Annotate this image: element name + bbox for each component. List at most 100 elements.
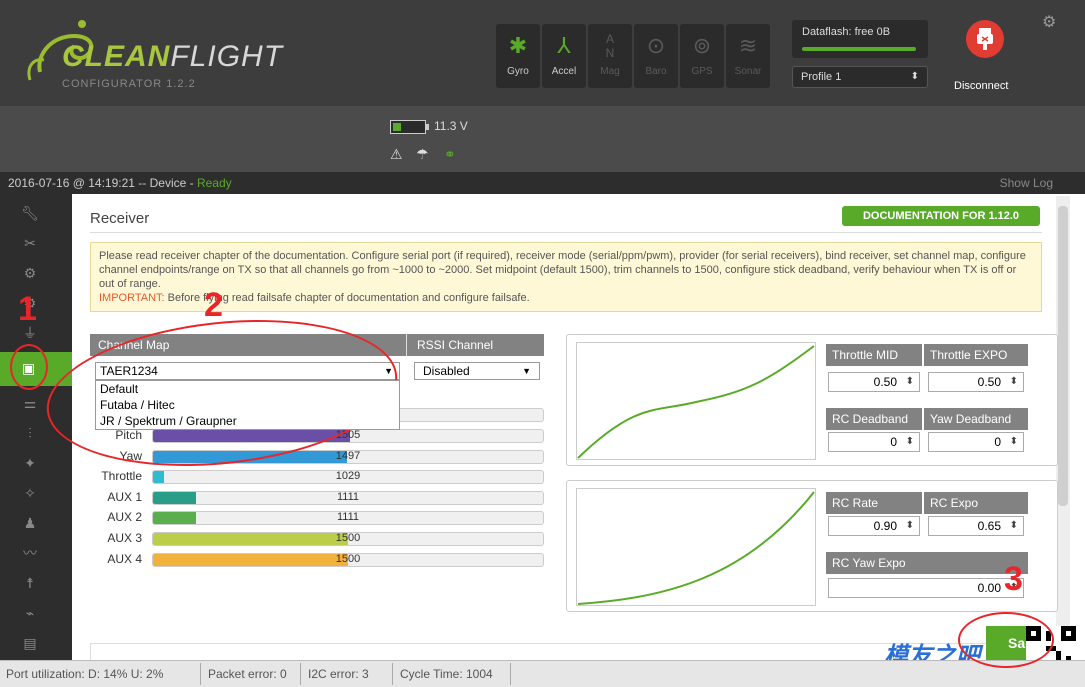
throttle-curve-plot xyxy=(576,342,816,460)
dropdown-option[interactable]: Default xyxy=(96,381,399,397)
channel-map-dropdown: Default Futaba / Hitec JR / Spektrum / G… xyxy=(95,380,400,430)
battery-status-bar: 11.3 V ⚠ ☂ ⚭ xyxy=(0,106,1085,172)
warning-icon: ⚠ xyxy=(390,146,403,162)
channel-label: AUX 4 xyxy=(107,552,142,566)
channel-bar: 1111 xyxy=(152,511,544,525)
rc-yaw-expo-header: RC Yaw Expo xyxy=(826,552,1028,574)
baro-icon: ⊙ xyxy=(646,33,666,58)
accel-icon: ⅄ xyxy=(557,33,571,58)
channel-bar: 1500 xyxy=(152,532,544,546)
i2c-error: I2C error: 3 xyxy=(308,667,369,681)
sensor-gyro: ✱ Gyro xyxy=(496,24,540,88)
gear-icon[interactable]: ⚙ xyxy=(14,258,46,288)
sensor-sonar: ≋ Sonar xyxy=(726,24,770,88)
adjustments-icon[interactable]: ⫶ xyxy=(14,418,46,448)
annotation-number-2: 2 xyxy=(204,286,223,324)
status-bar: Port utilization: D: 14% U: 2% Packet er… xyxy=(0,660,1085,687)
led-strip-icon[interactable]: 〰 xyxy=(14,538,46,568)
channel-label: AUX 2 xyxy=(107,510,142,524)
port-utilization: Port utilization: D: 14% U: 2% xyxy=(6,667,164,681)
header: CLEANFLIGHT CONFIGURATOR 1.2.2 ✱ Gyro ⅄ … xyxy=(0,0,1085,106)
sensors-icon[interactable]: ☨ xyxy=(14,568,46,598)
sonar-icon: ≋ xyxy=(738,33,758,58)
usb-plug-icon xyxy=(977,28,993,50)
channel-bar: 1500 xyxy=(152,553,544,567)
select-arrows-icon: ⬍ xyxy=(910,71,919,82)
cycle-time: Cycle Time: 1004 xyxy=(400,667,493,681)
battery-level-fill xyxy=(393,123,401,131)
annotation-number-3: 3 xyxy=(1004,560,1023,598)
motors-icon[interactable]: ♟ xyxy=(14,508,46,538)
annotation-number-1: 1 xyxy=(18,290,37,328)
gyro-icon: ✱ xyxy=(508,33,528,58)
logo-wordmark: CLEANFLIGHT xyxy=(62,40,284,73)
rc-deadband-input[interactable]: 0 ⬍ xyxy=(828,432,920,452)
gear-icon[interactable]: ⚙ xyxy=(1042,12,1056,32)
chevron-down-icon: ▼ xyxy=(522,366,531,376)
throttle-expo-input[interactable]: 0.50 ⬍ xyxy=(928,372,1024,392)
rssi-channel-header: RSSI Channel xyxy=(406,334,544,356)
battery-tip xyxy=(426,124,429,130)
disconnect-button[interactable] xyxy=(966,20,1004,58)
sensor-accel: ⅄ Accel xyxy=(542,24,586,88)
sensor-mag: AN Mag xyxy=(588,24,632,88)
mag-icon: AN xyxy=(605,32,615,60)
battery-icon xyxy=(390,120,426,134)
rate-curve-plot xyxy=(576,488,816,606)
failsafe-parachute-icon: ☂ xyxy=(416,146,429,162)
scroll-thumb[interactable] xyxy=(1058,206,1068,506)
sensor-gps: ⊚ GPS xyxy=(680,24,724,88)
documentation-button[interactable]: DOCUMENTATION FOR 1.12.0 xyxy=(842,206,1040,226)
info-note: Please read receiver chapter of the docu… xyxy=(90,242,1042,312)
yaw-deadband-header: Yaw Deadband xyxy=(924,408,1028,430)
plug-icon[interactable]: ✂ xyxy=(14,228,46,258)
stepper-arrows-icon[interactable]: ⬍ xyxy=(906,373,914,391)
show-log-link[interactable]: Show Log xyxy=(1000,176,1053,190)
rc-expo-input[interactable]: 0.65 ⬍ xyxy=(928,516,1024,536)
rssi-channel-select[interactable]: Disabled ▼ xyxy=(414,362,540,380)
rc-deadband-header: RC Deadband xyxy=(826,408,922,430)
throttle-mid-input[interactable]: 0.50 ⬍ xyxy=(828,372,920,392)
rc-rate-input[interactable]: 0.90 ⬍ xyxy=(828,516,920,536)
throttle-mid-header: Throttle MID xyxy=(826,344,922,366)
channel-bar: 1111 xyxy=(152,491,544,505)
cli-icon[interactable]: ▤ xyxy=(14,628,46,658)
scrollbar[interactable] xyxy=(1056,196,1070,660)
sensor-baro: ⊙ Baro xyxy=(634,24,678,88)
annotation-ring-sidebar xyxy=(10,344,48,390)
channel-value: 1111 xyxy=(336,511,360,523)
yaw-deadband-input[interactable]: 0 ⬍ xyxy=(928,432,1024,452)
profile-select[interactable]: Profile 1 ⬍ xyxy=(792,66,928,88)
packet-error: Packet error: 0 xyxy=(208,667,287,681)
rc-expo-header: RC Expo xyxy=(924,492,1028,514)
stepper-arrows-icon[interactable]: ⬍ xyxy=(1010,373,1018,391)
channel-label: AUX 3 xyxy=(107,531,142,545)
channel-value: 1029 xyxy=(335,470,361,482)
channel-label: AUX 1 xyxy=(107,490,142,504)
rc-rate-header: RC Rate xyxy=(826,492,922,514)
logging-icon[interactable]: ⌁ xyxy=(14,598,46,628)
stepper-arrows-icon[interactable]: ⬍ xyxy=(906,433,914,451)
page-title: Receiver xyxy=(90,210,150,227)
link-icon: ⚭ xyxy=(444,146,456,162)
channel-value: 1500 xyxy=(335,553,361,565)
dropdown-option[interactable]: Futaba / Hitec xyxy=(96,397,399,413)
stepper-arrows-icon[interactable]: ⬍ xyxy=(906,517,914,535)
log-bar: 2016-07-16 @ 14:19:21 -- Device - Ready … xyxy=(0,172,1085,194)
annotation-ring-save xyxy=(958,612,1054,668)
stepper-arrows-icon[interactable]: ⬍ xyxy=(1010,517,1018,535)
dataflash-status: Dataflash: free 0B xyxy=(792,20,928,58)
gps-icon[interactable]: ✧ xyxy=(14,478,46,508)
channel-bar: 1029 xyxy=(152,470,544,484)
channel-value: 1111 xyxy=(336,491,360,503)
throttle-expo-header: Throttle EXPO xyxy=(924,344,1028,366)
app-version: CONFIGURATOR 1.2.2 xyxy=(62,78,196,90)
gps-icon: ⊚ xyxy=(692,33,712,58)
modes-icon[interactable]: ⚌ xyxy=(14,388,46,418)
stepper-arrows-icon[interactable]: ⬍ xyxy=(1010,433,1018,451)
rc-yaw-expo-input[interactable]: 0.00 ⬍ xyxy=(828,578,1024,598)
wrench-icon[interactable]: 🔧︎ xyxy=(14,198,46,228)
dropdown-option[interactable]: JR / Spektrum / Graupner xyxy=(96,413,399,429)
channel-value: 1500 xyxy=(335,532,361,544)
servos-icon[interactable]: ✦ xyxy=(14,448,46,478)
